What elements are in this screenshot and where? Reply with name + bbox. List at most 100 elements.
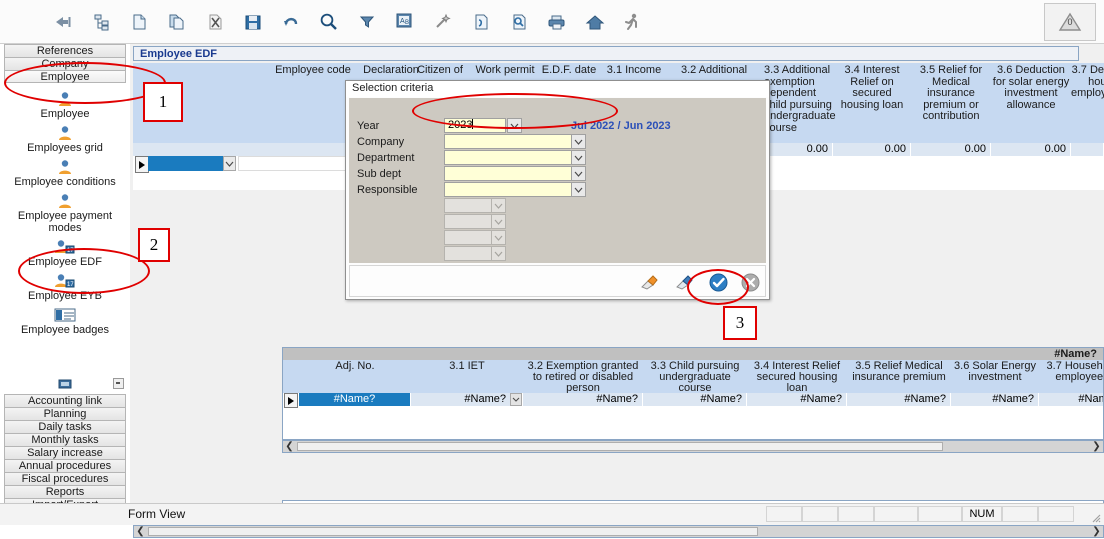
home-icon[interactable] (576, 3, 614, 41)
sidebar-tab-fiscal-procedures[interactable]: Fiscal procedures (4, 472, 126, 485)
col-3-1-income[interactable]: 3.1 Income (598, 63, 670, 77)
scrollbar-thumb[interactable] (297, 442, 943, 451)
sidebar-tab-accounting-link[interactable]: Accounting link (4, 394, 126, 407)
col-3-7-household-deduction[interactable]: 3.7 Deduction for household employees Rs… (1071, 63, 1104, 100)
sidebar-tab-planning[interactable]: Planning (4, 407, 126, 420)
col-3-6-solar[interactable]: 3.6 Solar Energy investment (951, 360, 1039, 383)
print-icon[interactable] (538, 3, 576, 41)
grid-horizontal-scrollbar[interactable]: ❮ ❯ (282, 440, 1104, 453)
filter-icon[interactable] (348, 3, 386, 41)
responsible-input[interactable] (444, 182, 572, 197)
sidebar-item-employee-badges[interactable]: Employee badges (0, 303, 130, 337)
sidebar-menu-button[interactable] (113, 378, 124, 389)
cell-3-5[interactable]: #Name? (847, 393, 951, 406)
department-dropdown-button[interactable] (571, 150, 586, 165)
row-marker-icon[interactable] (284, 393, 298, 408)
erase-button[interactable] (639, 272, 660, 293)
alert-indicator[interactable]: 0 (1044, 3, 1096, 41)
delete-document-icon[interactable] (196, 3, 234, 41)
sub-dept-input[interactable] (444, 166, 572, 181)
sidebar-item-employee-eyb[interactable]: 17 Employee EYB (0, 269, 130, 303)
back-arrow-icon[interactable] (44, 3, 82, 41)
resize-grip-icon[interactable] (1089, 511, 1101, 523)
col-3-4-interest[interactable]: 3.4 Interest Relief secured housing loan (747, 360, 847, 394)
duplicate-document-icon[interactable] (158, 3, 196, 41)
sidebar-tab-reports[interactable]: Reports (4, 485, 126, 498)
row-marker-icon[interactable] (135, 156, 149, 173)
cell-3-6[interactable]: #Name? (951, 393, 1039, 406)
scroll-left-arrow-icon[interactable]: ❮ (134, 526, 147, 537)
sidebar-item-employee[interactable]: Employee (0, 87, 130, 121)
undo-icon[interactable] (272, 3, 310, 41)
col-3-7-household[interactable]: 3.7 Household employees (1039, 360, 1104, 383)
extra-criteria-4-dropdown[interactable] (491, 246, 506, 261)
cancel-button[interactable] (740, 272, 761, 293)
notes-icon[interactable] (462, 3, 500, 41)
sidebar-item-employee-edf[interactable]: 17 Employee EDF (0, 235, 130, 269)
responsible-dropdown-button[interactable] (571, 182, 586, 197)
sidebar-tab-monthly-tasks[interactable]: Monthly tasks (4, 433, 126, 446)
company-dropdown-button[interactable] (571, 134, 586, 149)
cell-3-5[interactable]: 0.00 (911, 143, 991, 156)
ok-button[interactable] (708, 272, 729, 293)
extra-criteria-2-input[interactable] (444, 214, 492, 229)
extra-criteria-1-input[interactable] (444, 198, 492, 213)
save-icon[interactable] (234, 3, 272, 41)
sub-dept-dropdown-button[interactable] (571, 166, 586, 181)
sidebar-tab-annual-procedures[interactable]: Annual procedures (4, 459, 126, 472)
sidebar-tab-references[interactable]: References (4, 44, 126, 57)
scrollbar-thumb[interactable] (148, 527, 758, 536)
extra-criteria-3-dropdown[interactable] (491, 230, 506, 245)
magic-wand-icon[interactable] (424, 3, 462, 41)
cell-3-1-iet[interactable]: #Name? (411, 393, 523, 406)
sidebar-item-employee-conditions[interactable]: Employee conditions (0, 155, 130, 189)
col-3-3-child[interactable]: 3.3 Child pursuing undergraduate course (643, 360, 747, 394)
sidebar-item-employee-payment-modes[interactable]: Employee payment modes (0, 189, 130, 235)
extra-criteria-1-dropdown[interactable] (491, 198, 506, 213)
sidebar-tab-employee[interactable]: Employee (4, 70, 126, 83)
cell-3-4[interactable]: 0.00 (833, 143, 911, 156)
preview-icon[interactable] (500, 3, 538, 41)
cell-3-7[interactable] (1071, 143, 1104, 156)
chevron-down-icon[interactable] (223, 156, 236, 171)
year-dropdown-button[interactable] (507, 118, 522, 133)
sidebar-tab-daily-tasks[interactable]: Daily tasks (4, 420, 126, 433)
col-3-4-interest-relief[interactable]: 3.4 Interest Relief on secured housing l… (833, 63, 911, 111)
col-3-5-medical-relief[interactable]: 3.5 Relief for Medical insurance premium… (911, 63, 991, 123)
selected-cell[interactable] (148, 156, 223, 171)
year-input[interactable]: 2023 (444, 118, 506, 133)
col-adj-no[interactable]: Adj. No. (299, 360, 411, 372)
department-input[interactable] (444, 150, 572, 165)
spellcheck-icon[interactable]: AB (386, 3, 424, 41)
form-horizontal-scrollbar[interactable]: ❮ ❯ (133, 525, 1104, 538)
scroll-right-arrow-icon[interactable]: ❯ (1090, 526, 1103, 537)
scroll-left-arrow-icon[interactable]: ❮ (283, 441, 296, 452)
sidebar-item-employees-grid[interactable]: Employees grid (0, 121, 130, 155)
chevron-down-icon[interactable] (510, 393, 522, 406)
company-input[interactable] (444, 134, 572, 149)
cell-3-6[interactable]: 0.00 (991, 143, 1071, 156)
sidebar-tab-salary-increase[interactable]: Salary increase (4, 446, 126, 459)
cell-3-2[interactable]: #Name? (523, 393, 643, 406)
scroll-right-arrow-icon[interactable]: ❯ (1090, 441, 1103, 452)
new-document-icon[interactable] (120, 3, 158, 41)
run-icon[interactable] (614, 3, 652, 41)
search-icon[interactable] (310, 3, 348, 41)
sidebar-tab-company[interactable]: Company (4, 57, 126, 70)
col-3-1-iet[interactable]: 3.1 IET (411, 360, 523, 372)
extra-criteria-2-dropdown[interactable] (491, 214, 506, 229)
col-3-2-exemption[interactable]: 3.2 Exemption granted to retired or disa… (523, 360, 643, 394)
cell-3-3[interactable]: #Name? (643, 393, 747, 406)
col-3-2-additional[interactable]: 3.2 Additional (668, 63, 760, 77)
cell-adj-no[interactable]: #Name? (299, 393, 411, 406)
extra-criteria-3-input[interactable] (444, 230, 492, 245)
col-3-5-medical[interactable]: 3.5 Relief Medical insurance premium (847, 360, 951, 383)
cell-3-4[interactable]: #Name? (747, 393, 847, 406)
apply-button[interactable] (674, 272, 695, 293)
col-edf-date[interactable]: E.D.F. date (533, 63, 605, 77)
col-3-6-solar-deduction[interactable]: 3.6 Deduction for solar energy investmen… (991, 63, 1071, 111)
extra-criteria-4-input[interactable] (444, 246, 492, 261)
tree-view-icon[interactable] (82, 3, 120, 41)
cell-3-7[interactable]: #Name? (1039, 393, 1104, 406)
sidebar-collapse-area[interactable] (0, 374, 130, 394)
